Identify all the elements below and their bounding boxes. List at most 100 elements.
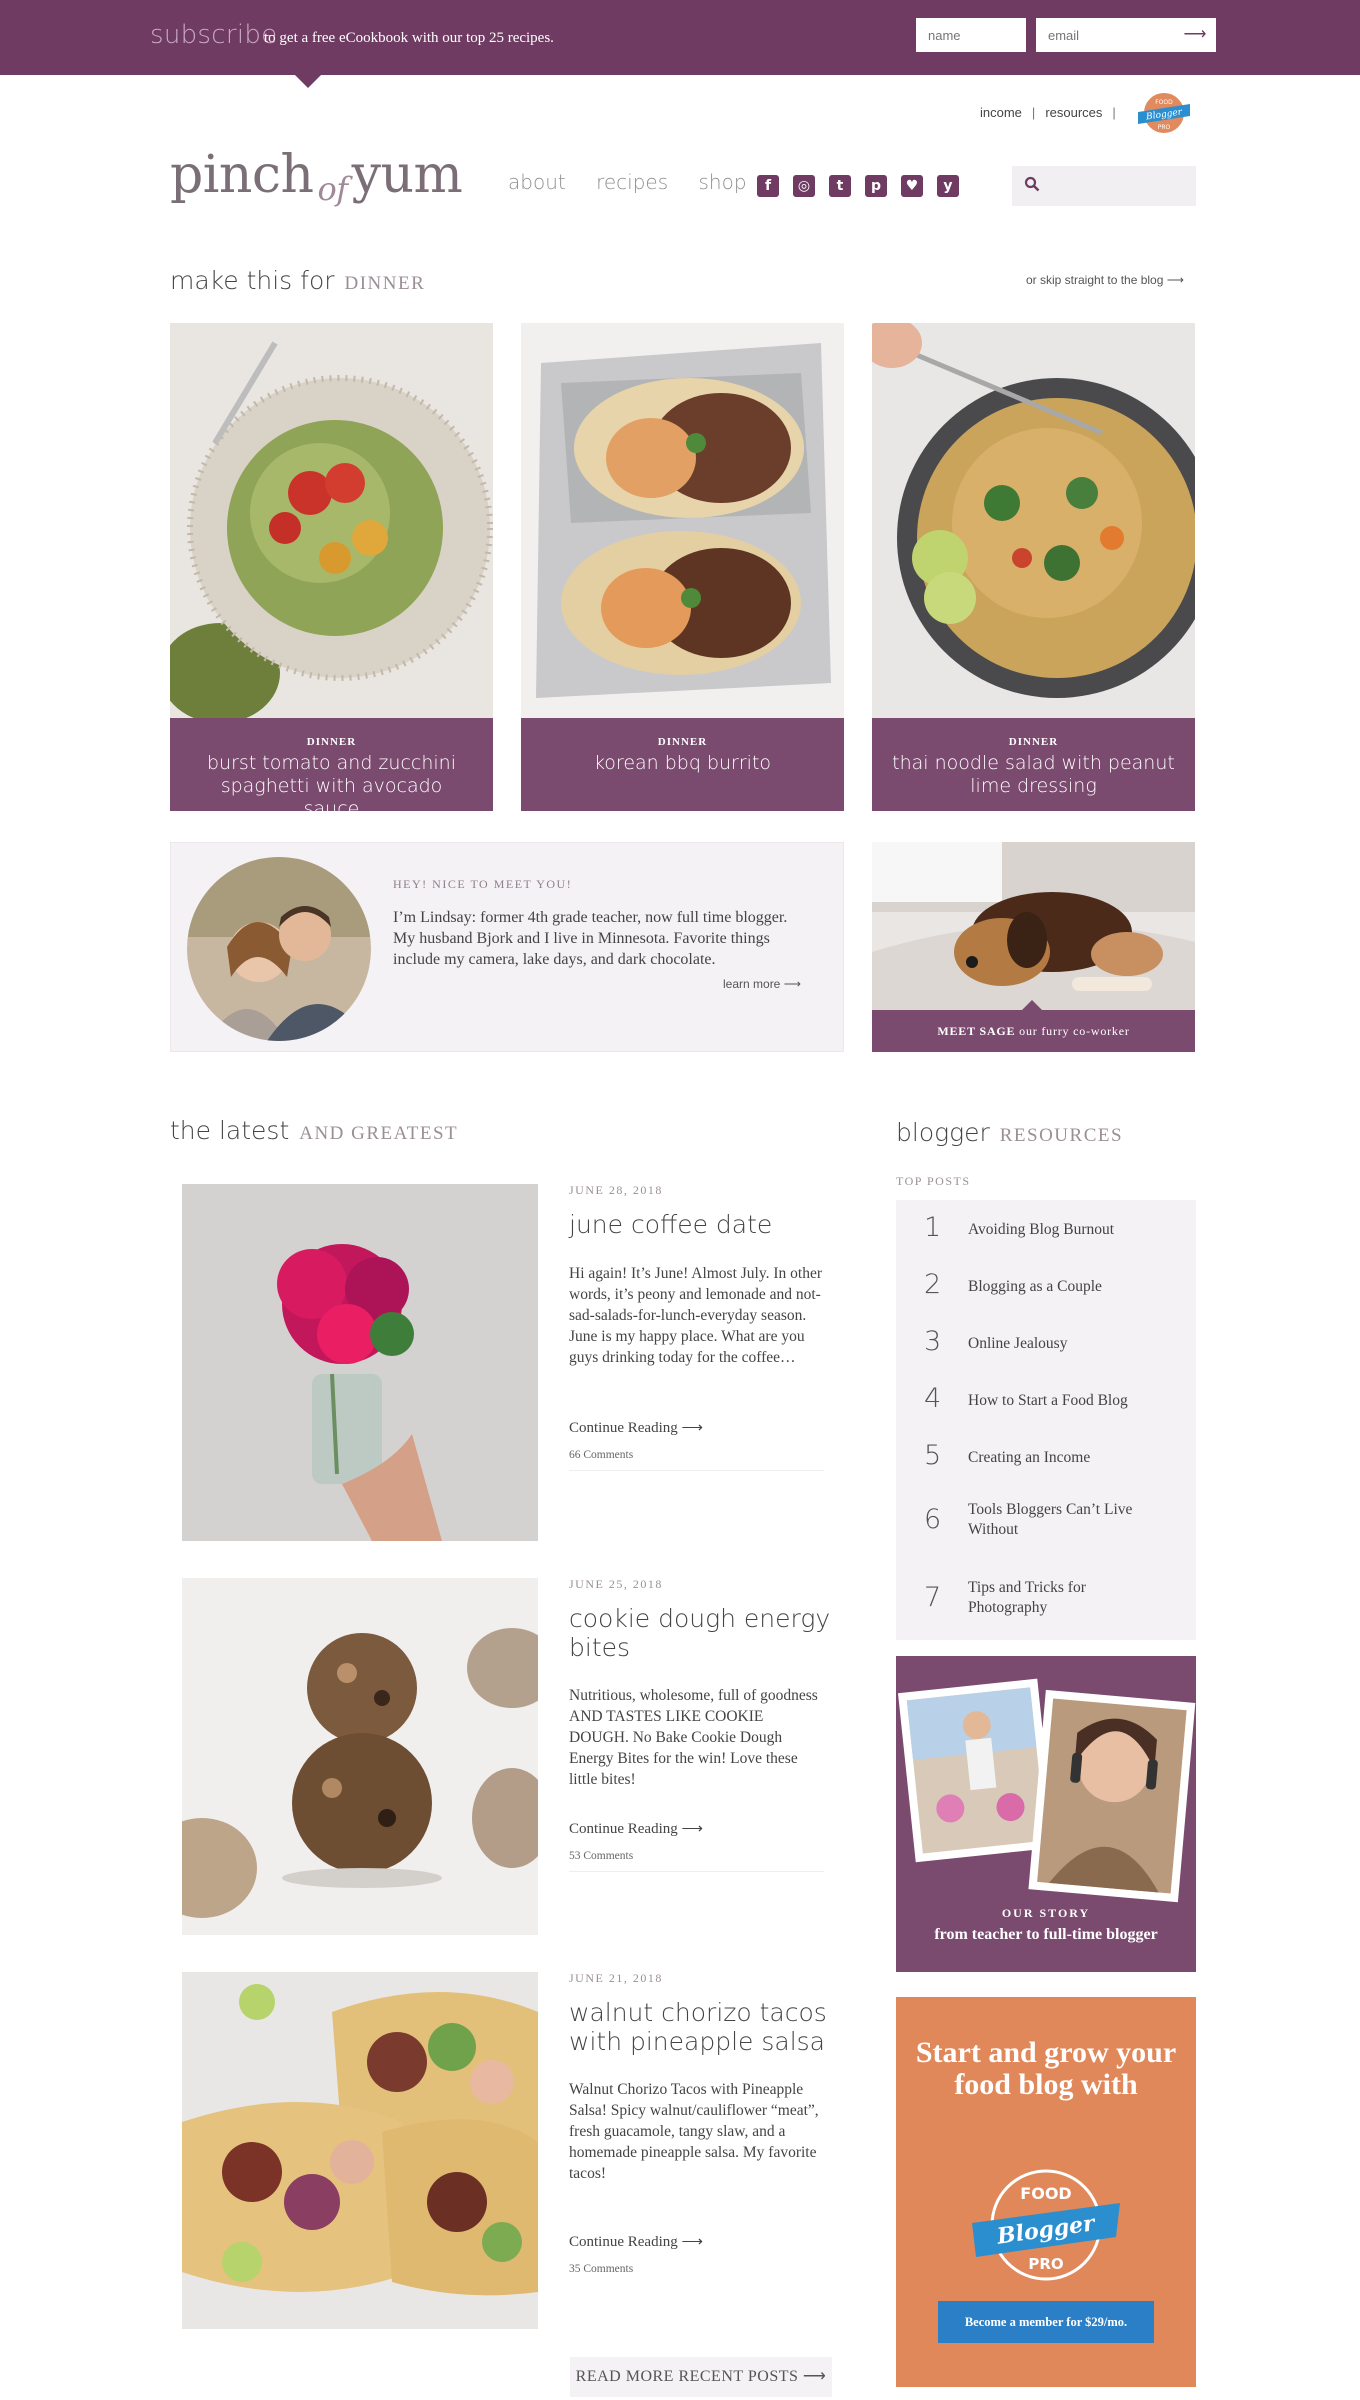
read-more-posts-button[interactable]: READ MORE RECENT POSTS ⟶ bbox=[570, 2357, 832, 2397]
search-input[interactable] bbox=[1048, 172, 1188, 200]
subscribe-submit-button[interactable]: ⟶ bbox=[1180, 21, 1210, 49]
nav-shop[interactable]: shop bbox=[699, 170, 747, 194]
sage-caption: MEET SAGE our furry co-worker bbox=[872, 1010, 1195, 1052]
yummly-icon[interactable]: y bbox=[937, 175, 959, 197]
divider: | bbox=[1112, 105, 1116, 120]
post-excerpt: Nutritious, wholesome, full of goodness … bbox=[569, 1687, 818, 1788]
post-excerpt: Walnut Chorizo Tacos with Pineapple Sals… bbox=[569, 2081, 819, 2182]
post-photo-tacos[interactable] bbox=[182, 1972, 538, 2329]
post-date: JUNE 28, 2018 bbox=[569, 1183, 663, 1197]
site-logo[interactable]: pinch ofyum bbox=[170, 145, 463, 208]
instagram-icon[interactable]: ◎ bbox=[793, 175, 815, 197]
latest-title: the latest and greatest bbox=[170, 1116, 458, 1145]
social-icons: f ◎ t p ♥ y bbox=[757, 175, 959, 197]
promo-logo-line1: FOOD bbox=[1020, 2184, 1071, 2203]
thai-noodle-photo bbox=[872, 323, 1195, 718]
pinterest-icon[interactable]: p bbox=[865, 175, 887, 197]
twitter-icon[interactable]: t bbox=[829, 175, 851, 197]
sage-caption-text: our furry co-worker bbox=[1019, 1024, 1130, 1038]
resources-link[interactable]: resources bbox=[1045, 105, 1102, 120]
featured-title-text: make this for bbox=[170, 266, 335, 295]
skip-to-blog-link[interactable]: or skip straight to the blog ⟶ bbox=[1026, 273, 1184, 287]
bloglovin-icon[interactable]: ♥ bbox=[901, 175, 923, 197]
card-category: DINNER bbox=[1008, 736, 1059, 748]
search-box[interactable] bbox=[1012, 166, 1196, 206]
list-item-label[interactable]: Tips and Tricks for Photography bbox=[968, 1578, 1168, 1618]
list-item-number: 4 bbox=[924, 1383, 942, 1414]
post-excerpt: Hi again! It’s June! Almost July. In oth… bbox=[569, 1265, 822, 1366]
about-greeting: HEY! NICE TO MEET YOU! bbox=[393, 877, 573, 891]
continue-reading-link[interactable]: Continue Reading ⟶ bbox=[569, 1418, 703, 1437]
caption-notch bbox=[1022, 1000, 1042, 1010]
list-item-label[interactable]: How to Start a Food Blog bbox=[968, 1391, 1168, 1411]
list-item-number: 5 bbox=[924, 1440, 942, 1471]
post-divider bbox=[569, 1470, 824, 1471]
story-kicker: OUR STORY bbox=[1001, 1906, 1091, 1920]
post-title[interactable]: walnut chorizo tacos with pineapple sals… bbox=[569, 1998, 839, 2056]
subscribe-description: to get a free eCookbook with our top 25 … bbox=[264, 30, 554, 46]
comment-count[interactable]: 35 Comments bbox=[569, 2263, 633, 2275]
card-caption: DINNER burst tomato and zucchini spaghet… bbox=[170, 718, 493, 811]
become-member-button[interactable]: Become a member for $29/mo. bbox=[938, 2301, 1154, 2343]
list-item-label[interactable]: Tools Bloggers Can’t Live Without bbox=[968, 1500, 1168, 1540]
card-title[interactable]: thai noodle salad with peanut lime dress… bbox=[872, 752, 1195, 798]
post-date: JUNE 21, 2018 bbox=[569, 1971, 663, 1985]
subscribe-bar-notch bbox=[294, 74, 322, 88]
post-photo-energy-bites[interactable] bbox=[182, 1578, 538, 1935]
card-title[interactable]: korean bbq burrito bbox=[521, 752, 844, 775]
list-item-number: 7 bbox=[924, 1582, 942, 1613]
featured-card[interactable]: DINNER thai noodle salad with peanut lim… bbox=[872, 323, 1195, 811]
income-link[interactable]: income bbox=[980, 105, 1022, 120]
sidebar-title: blogger resources bbox=[896, 1118, 1123, 1147]
card-title[interactable]: burst tomato and zucchini spaghetti with… bbox=[170, 752, 493, 811]
nav-about[interactable]: about bbox=[508, 170, 566, 194]
post-date: JUNE 25, 2018 bbox=[569, 1577, 663, 1591]
post-title[interactable]: june coffee date bbox=[569, 1210, 839, 1239]
badge-line1: FOOD bbox=[1155, 99, 1173, 106]
list-item-number: 2 bbox=[924, 1269, 942, 1300]
food-blogger-pro-promo[interactable]: Start and grow your food blog with FOOD … bbox=[896, 1997, 1196, 2387]
story-title[interactable]: from teacher to full-time blogger bbox=[896, 1926, 1196, 1944]
food-blogger-pro-badge-icon[interactable]: FOOD Blogger PRO bbox=[1134, 88, 1194, 138]
featured-title: make this for dinner bbox=[170, 266, 425, 295]
featured-title-category[interactable]: dinner bbox=[344, 273, 425, 294]
facebook-icon[interactable]: f bbox=[757, 175, 779, 197]
latest-title-caps: and greatest bbox=[299, 1123, 459, 1144]
post-photo-peony[interactable] bbox=[182, 1184, 538, 1541]
about-box: HEY! NICE TO MEET YOU! I’m Lindsay: form… bbox=[170, 842, 844, 1052]
featured-card[interactable]: DINNER burst tomato and zucchini spaghet… bbox=[170, 323, 493, 811]
our-story-card[interactable]: OUR STORY from teacher to full-time blog… bbox=[896, 1656, 1196, 1972]
sidebar-title-text: blogger bbox=[896, 1118, 990, 1147]
continue-reading-link[interactable]: Continue Reading ⟶ bbox=[569, 1819, 703, 1838]
list-item-label[interactable]: Creating an Income bbox=[968, 1448, 1168, 1468]
comment-count[interactable]: 66 Comments bbox=[569, 1449, 633, 1461]
card-caption: DINNER korean bbq burrito bbox=[521, 718, 844, 811]
top-links: income | resources | bbox=[980, 105, 1126, 120]
list-item-label[interactable]: Online Jealousy bbox=[968, 1334, 1168, 1354]
latest-title-text: the latest bbox=[170, 1116, 290, 1145]
featured-card[interactable]: DINNER korean bbq burrito bbox=[521, 323, 844, 811]
search-icon[interactable] bbox=[1024, 176, 1040, 192]
post-title[interactable]: cookie dough energy bites bbox=[569, 1604, 839, 1662]
comment-count[interactable]: 53 Comments bbox=[569, 1850, 633, 1862]
about-text: I’m Lindsay: former 4th grade teacher, n… bbox=[393, 909, 788, 968]
list-item-label[interactable]: Avoiding Blog Burnout bbox=[968, 1220, 1168, 1240]
nav-recipes[interactable]: recipes bbox=[596, 170, 668, 194]
sidebar-title-caps: resources bbox=[999, 1125, 1124, 1146]
post-divider bbox=[569, 1871, 824, 1872]
promo-headline: Start and grow your food blog with bbox=[915, 2036, 1177, 2101]
food-blogger-pro-logo-icon: FOOD Blogger PRO bbox=[972, 2169, 1120, 2281]
list-item-number: 3 bbox=[924, 1326, 942, 1357]
subscribe-bar: subscribe to get a free eCookbook with o… bbox=[0, 0, 1360, 88]
list-item-number: 1 bbox=[924, 1212, 942, 1243]
top-posts-label: TOP POSTS bbox=[896, 1174, 971, 1188]
subscribe-name-input[interactable] bbox=[916, 18, 1026, 52]
continue-reading-link[interactable]: Continue Reading ⟶ bbox=[569, 2232, 703, 2251]
top-posts-list: 1 Avoiding Blog Burnout 2 Blogging as a … bbox=[896, 1200, 1196, 1640]
meet-sage-card[interactable]: MEET SAGE our furry co-worker bbox=[872, 842, 1195, 1052]
logo-text-pinch: pinch bbox=[170, 145, 314, 205]
list-item-label[interactable]: Blogging as a Couple bbox=[968, 1277, 1168, 1297]
main-nav: about recipes shop bbox=[508, 170, 771, 194]
subscribe-heading: subscribe bbox=[150, 20, 278, 50]
learn-more-link[interactable]: learn more ⟶ bbox=[723, 977, 801, 991]
